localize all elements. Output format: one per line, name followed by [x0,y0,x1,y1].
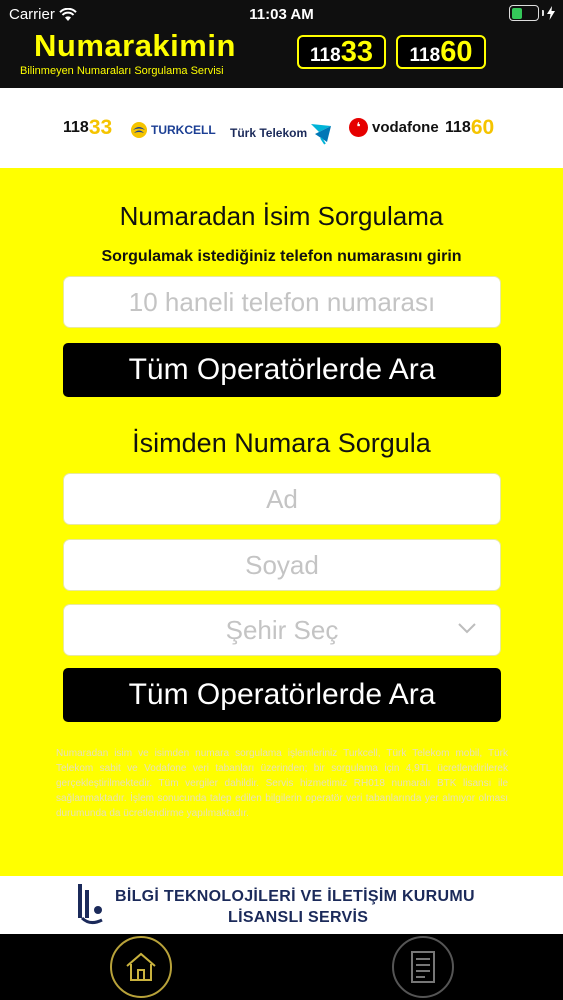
app-header: Carrier 11:03 AM Numarakimin Bilinmeyen … [0,0,563,88]
license-line-2: LİSANSLI SERVİS [228,909,369,926]
license-line-1: BİLGİ TEKNOLOJİLERİ VE İLETİŞİM KURUMU [115,888,475,905]
name-lookup-title: Numaradan İsim Sorgulama [119,201,444,231]
badge-prefix: 118 [409,45,441,66]
turk-telekom-logo: Türk Telekom [230,120,333,146]
tab-home[interactable] [110,936,172,998]
logo-11860: 118 60 [445,116,495,139]
pricing-disclaimer: Numaradan isim ve isimden numara sorgula… [56,748,508,819]
turkcell-icon [131,122,147,138]
first-name-input[interactable] [64,474,500,524]
vodafone-logo: ❛ vodafone [349,118,439,137]
btk-license-banner: BİLGİ TEKNOLOJİLERİ VE İLETİŞİM KURUMU L… [0,876,563,934]
surname-input[interactable] [64,540,500,590]
badge-suffix: 33 [340,36,373,68]
charging-icon [547,6,555,20]
number-lookup-title: İsimden Numara Sorgula [132,428,431,458]
app-title: Numarakimin [34,28,236,63]
logo-11833: 118 33 [63,116,113,139]
service-badge-11833: 118 33 [297,35,386,69]
battery-icon [509,5,539,21]
service-badge-11860: 118 60 [396,35,486,69]
first-name-field[interactable] [63,473,501,525]
badge-prefix: 118 [310,45,341,66]
battery-indicator [509,5,555,21]
chevron-down-icon [458,617,476,640]
app-subtitle: Bilinmeyen Numaraları Sorgulama Servisi [20,65,224,77]
bottom-tab-bar [0,934,563,1000]
document-list-icon [411,951,435,983]
operator-logos: 118 33 TURKCELL Türk Telekom ❛ vodafone … [0,88,563,168]
tab-documents[interactable] [392,936,454,998]
phone-number-field[interactable] [63,276,501,328]
phone-number-input[interactable] [64,277,500,327]
badge-suffix: 60 [440,36,473,68]
btk-logo-icon [78,884,103,925]
status-time: 11:03 AM [249,6,314,23]
surname-field[interactable] [63,539,501,591]
name-lookup-subtitle: Sorgulamak istediğiniz telefon numarasın… [101,248,462,265]
vodafone-icon: ❛ [349,118,368,137]
home-icon [126,952,156,981]
turk-telekom-icon [311,124,332,145]
status-bar: Carrier 11:03 AM [0,0,563,28]
turkcell-logo: TURKCELL [130,121,216,139]
search-by-name-button[interactable]: Tüm Operatörlerde Ara [63,668,501,722]
city-select-value: Şehir Seç [225,614,339,645]
search-by-number-button[interactable]: Tüm Operatörlerde Ara [63,343,501,397]
city-select[interactable]: Şehir Seç [63,604,501,656]
